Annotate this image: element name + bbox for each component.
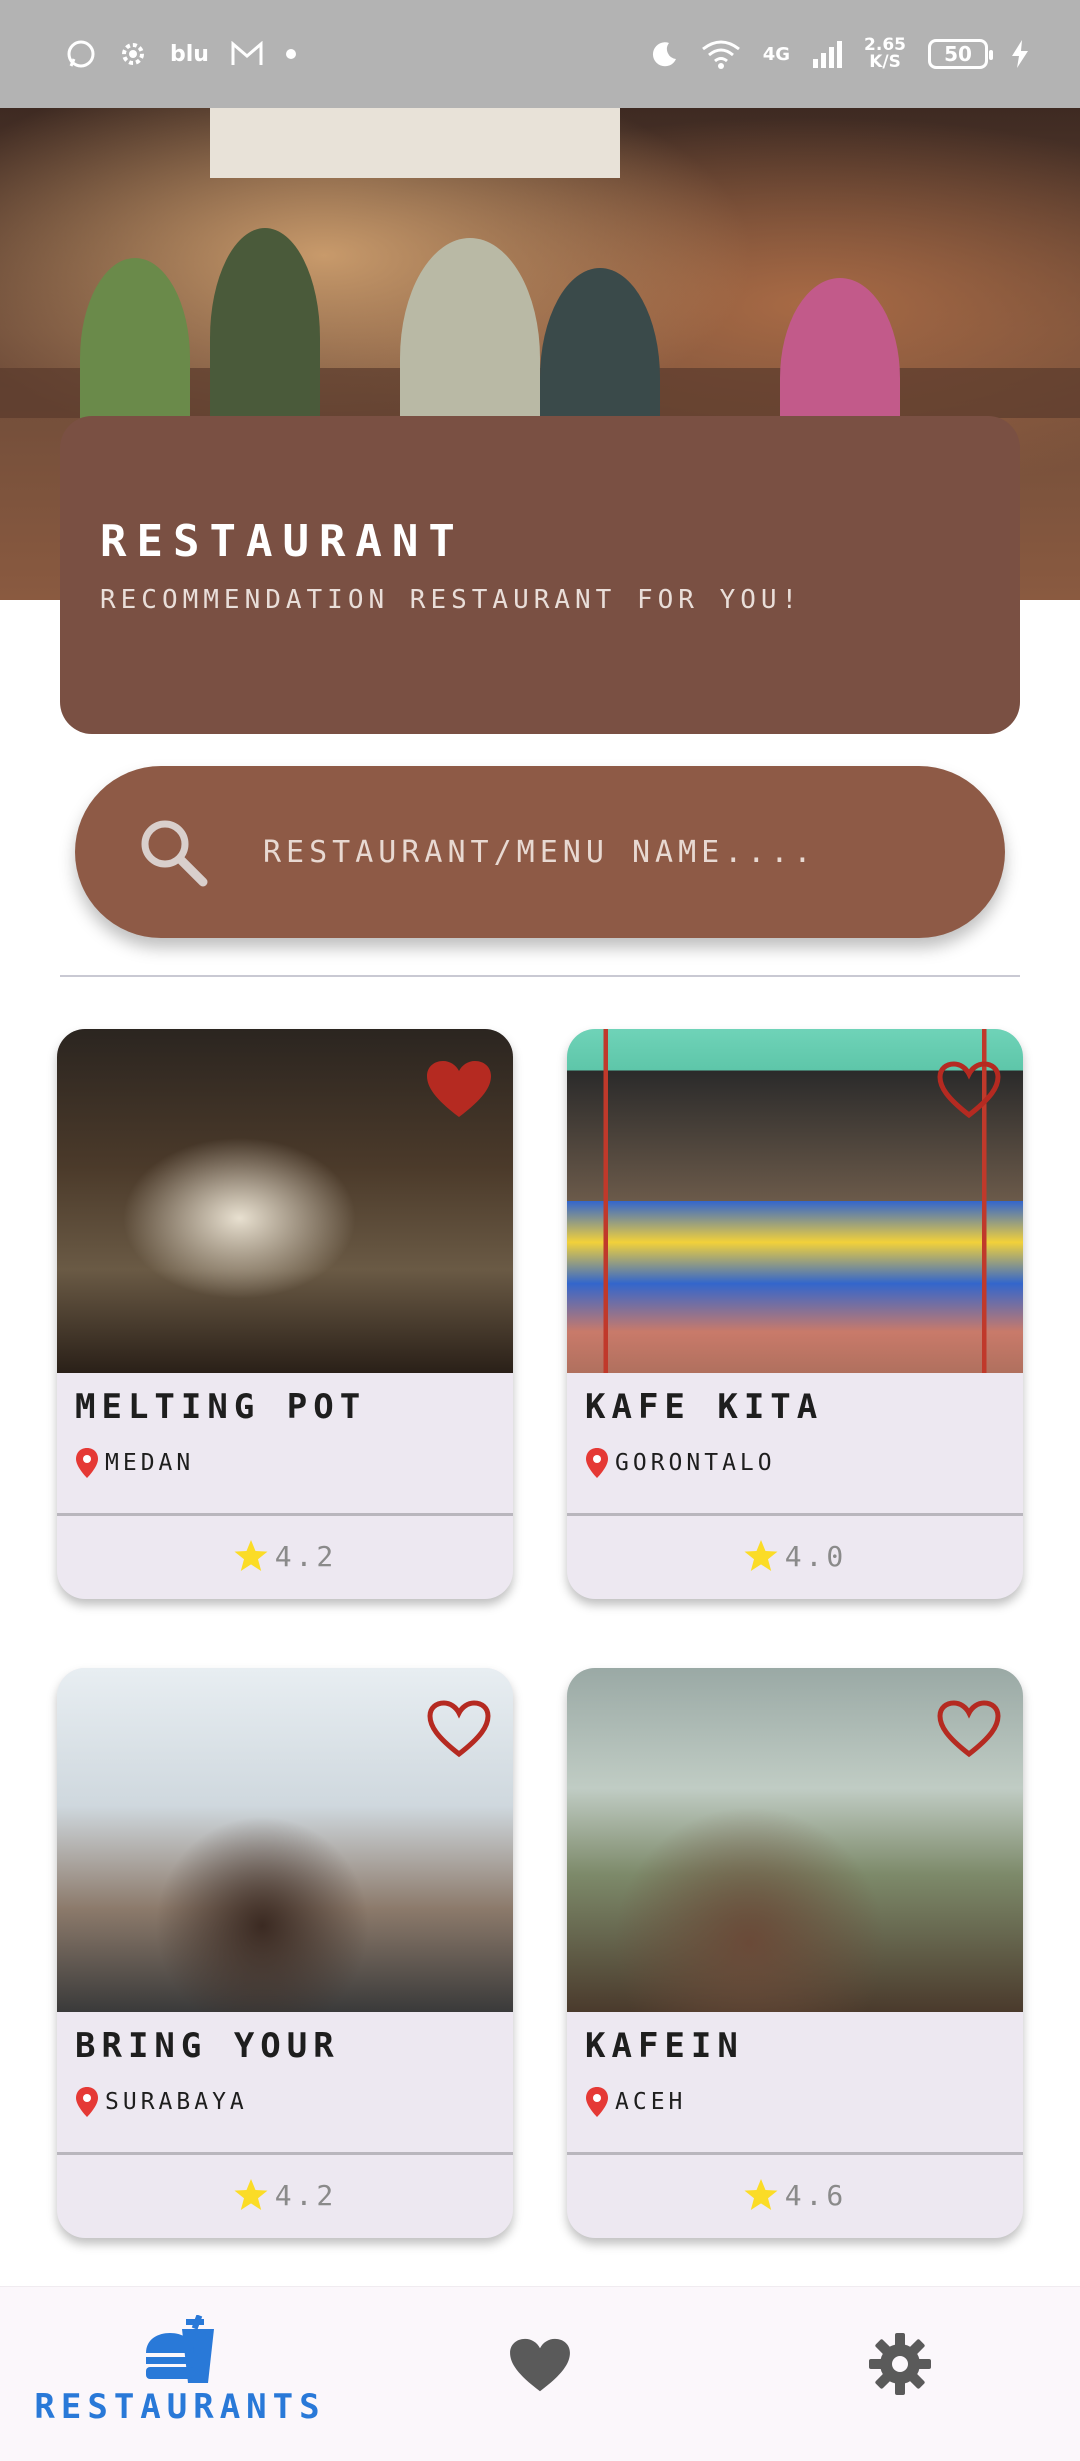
- nav-tab-favorites[interactable]: [480, 2337, 600, 2395]
- status-bar-left: blu: [66, 39, 297, 69]
- wifi-icon: [701, 40, 740, 69]
- location-pin-icon: [76, 2087, 98, 2117]
- location-pin-icon: [76, 1448, 98, 1478]
- rating-value: 4.6: [784, 2178, 848, 2212]
- burger-drink-icon: [146, 2315, 214, 2383]
- favorite-heart-icon[interactable]: [425, 1059, 493, 1121]
- rating-value: 4.2: [274, 2178, 338, 2212]
- nav-tab-restaurants[interactable]: RESTAURANTS: [10, 2315, 350, 2427]
- heart-icon: [510, 2338, 570, 2392]
- status-bar: blu 4G 2.65 K/S 50: [0, 0, 1080, 108]
- page-subtitle: RECOMMENDATION RESTAURANT FOR YOU!: [100, 585, 803, 615]
- charging-bolt-icon: [1012, 40, 1028, 68]
- restaurant-rating: 4.6: [567, 2178, 1023, 2212]
- restaurant-city: SURABAYA: [105, 2089, 248, 2115]
- title-card: RESTAURANT RECOMMENDATION RESTAURANT FOR…: [60, 416, 1020, 734]
- restaurant-rating: 4.2: [57, 2178, 513, 2212]
- location-pin-icon: [586, 2087, 608, 2117]
- search-icon: [141, 820, 208, 887]
- card-divider: [567, 2152, 1023, 2155]
- restaurant-name: MELTING POT: [75, 1387, 367, 1427]
- card-divider: [567, 1513, 1023, 1516]
- restaurant-name: KAFEIN: [585, 2026, 744, 2066]
- card-divider: [57, 1513, 513, 1516]
- restaurant-rating: 4.2: [57, 1539, 513, 1573]
- settings-gear-icon: [122, 43, 144, 65]
- favorite-heart-outline-icon[interactable]: [935, 1059, 1003, 1121]
- nav-tab-settings[interactable]: [840, 2333, 960, 2395]
- moon-icon: [652, 42, 676, 67]
- blu-app-text: blu: [170, 41, 209, 67]
- location-pin-icon: [586, 1448, 608, 1478]
- restaurant-city: GORONTALO: [615, 1450, 776, 1476]
- restaurant-location: ACEH: [585, 2086, 686, 2118]
- notification-dot-icon: [285, 49, 296, 59]
- restaurant-city: MEDAN: [105, 1450, 195, 1476]
- search-input[interactable]: RESTAURANT/MENU NAME....: [263, 835, 816, 870]
- battery-level: 50: [944, 42, 972, 66]
- gear-icon: [869, 2333, 931, 2395]
- star-icon: [744, 1540, 778, 1571]
- restaurant-card[interactable]: BRING YOUR SURABAYA 4.2: [57, 1668, 513, 2238]
- card-divider: [57, 2152, 513, 2155]
- whatsapp-icon: [67, 40, 95, 68]
- favorite-heart-outline-icon[interactable]: [425, 1698, 493, 1760]
- network-speed: 2.65 K/S: [864, 37, 906, 71]
- signal-icon: [813, 41, 843, 68]
- speed-unit: K/S: [869, 52, 901, 72]
- restaurant-location: GORONTALO: [585, 1447, 776, 1479]
- restaurant-card[interactable]: KAFEIN ACEH 4.6: [567, 1668, 1023, 2238]
- battery-indicator: 50: [928, 39, 993, 69]
- page-title: RESTAURANT: [100, 516, 465, 567]
- hero-figure: [210, 228, 320, 448]
- restaurant-rating: 4.0: [567, 1539, 1023, 1573]
- star-icon: [234, 1540, 268, 1571]
- star-icon: [234, 2179, 268, 2210]
- hero-sign: [210, 108, 620, 178]
- restaurant-card[interactable]: MELTING POT MEDAN 4.2: [57, 1029, 513, 1599]
- restaurant-location: SURABAYA: [75, 2086, 248, 2118]
- favorite-heart-outline-icon[interactable]: [935, 1698, 1003, 1760]
- section-divider: [60, 975, 1020, 977]
- status-bar-right: 4G 2.65 K/S 50: [649, 37, 1030, 71]
- restaurant-location: MEDAN: [75, 1447, 194, 1479]
- rating-value: 4.2: [274, 1539, 338, 1573]
- search-bar[interactable]: RESTAURANT/MENU NAME....: [75, 766, 1005, 938]
- nav-tab-label: RESTAURANTS: [34, 2387, 326, 2427]
- gmail-icon: [231, 41, 263, 65]
- star-icon: [744, 2179, 778, 2210]
- restaurant-city: ACEH: [615, 2089, 687, 2115]
- restaurant-name: KAFE KITA: [585, 1387, 824, 1427]
- network-type: 4G: [762, 43, 791, 65]
- restaurant-card[interactable]: KAFE KITA GORONTALO 4.0: [567, 1029, 1023, 1599]
- rating-value: 4.0: [784, 1539, 848, 1573]
- bottom-navigation: RESTAURANTS: [0, 2286, 1080, 2461]
- restaurant-name: BRING YOUR: [75, 2026, 340, 2066]
